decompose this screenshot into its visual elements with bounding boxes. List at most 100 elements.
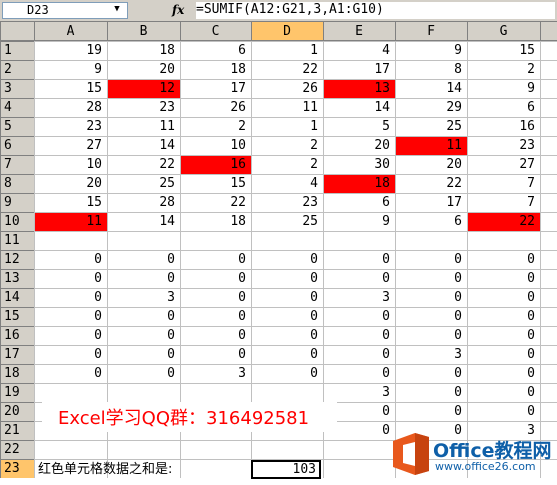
cell-f10[interactable]: 6 bbox=[395, 212, 467, 231]
cell-e2[interactable]: 17 bbox=[323, 60, 395, 79]
cell-b10[interactable]: 14 bbox=[107, 212, 180, 231]
cell-b12[interactable]: 0 bbox=[107, 250, 180, 269]
row-header-2[interactable]: 2 bbox=[0, 60, 34, 79]
cell-c8[interactable]: 15 bbox=[180, 174, 251, 193]
cell-f3[interactable]: 14 bbox=[395, 79, 467, 98]
cell-b18[interactable]: 0 bbox=[107, 364, 180, 383]
cell-c17[interactable]: 0 bbox=[180, 345, 251, 364]
cell-f1[interactable]: 9 bbox=[395, 41, 467, 60]
row-header-23[interactable]: 23 bbox=[0, 459, 34, 478]
cell-g14[interactable]: 0 bbox=[467, 288, 540, 307]
cell-e9[interactable]: 6 bbox=[323, 193, 395, 212]
cell-f13[interactable]: 0 bbox=[395, 269, 467, 288]
cell-g9[interactable]: 7 bbox=[467, 193, 540, 212]
cell-e1[interactable]: 4 bbox=[323, 41, 395, 60]
cell-a15[interactable]: 0 bbox=[34, 307, 107, 326]
cell-d2[interactable]: 22 bbox=[251, 60, 323, 79]
cell-e10[interactable]: 9 bbox=[323, 212, 395, 231]
cell-g7[interactable]: 27 bbox=[467, 155, 540, 174]
cell-d18[interactable]: 0 bbox=[251, 364, 323, 383]
cell-c13[interactable]: 0 bbox=[180, 269, 251, 288]
cell-b15[interactable]: 0 bbox=[107, 307, 180, 326]
row-header-15[interactable]: 15 bbox=[0, 307, 34, 326]
cell-d12[interactable]: 0 bbox=[251, 250, 323, 269]
cell-c5[interactable]: 2 bbox=[180, 117, 251, 136]
cell-f2[interactable]: 8 bbox=[395, 60, 467, 79]
cell-b3[interactable]: 12 bbox=[107, 79, 180, 98]
cell-d3[interactable]: 26 bbox=[251, 79, 323, 98]
cell-c14[interactable]: 0 bbox=[180, 288, 251, 307]
cell-a18[interactable]: 0 bbox=[34, 364, 107, 383]
cell-a6[interactable]: 27 bbox=[34, 136, 107, 155]
cell-c18[interactable]: 3 bbox=[180, 364, 251, 383]
cell-c10[interactable]: 18 bbox=[180, 212, 251, 231]
cell-a1[interactable]: 19 bbox=[34, 41, 107, 60]
cell-e4[interactable]: 14 bbox=[323, 98, 395, 117]
cell-f14[interactable]: 0 bbox=[395, 288, 467, 307]
row-header-13[interactable]: 13 bbox=[0, 269, 34, 288]
row-header-11[interactable]: 11 bbox=[0, 231, 34, 250]
insert-function-icon[interactable]: fx bbox=[172, 3, 184, 17]
cell-e7[interactable]: 30 bbox=[323, 155, 395, 174]
cell-g1[interactable]: 15 bbox=[467, 41, 540, 60]
cell-g13[interactable]: 0 bbox=[467, 269, 540, 288]
cell-g17[interactable]: 0 bbox=[467, 345, 540, 364]
column-header-c[interactable]: C bbox=[180, 22, 251, 41]
cell-d10[interactable]: 25 bbox=[251, 212, 323, 231]
cell-d8[interactable]: 4 bbox=[251, 174, 323, 193]
cell-a7[interactable]: 10 bbox=[34, 155, 107, 174]
column-header-a[interactable]: A bbox=[34, 22, 107, 41]
cell-b9[interactable]: 28 bbox=[107, 193, 180, 212]
cell-c6[interactable]: 10 bbox=[180, 136, 251, 155]
cell-e13[interactable]: 0 bbox=[323, 269, 395, 288]
cell-b4[interactable]: 23 bbox=[107, 98, 180, 117]
cell-g16[interactable]: 0 bbox=[467, 326, 540, 345]
cell-c1[interactable]: 6 bbox=[180, 41, 251, 60]
column-header-g[interactable]: G bbox=[467, 22, 540, 41]
cell-a8[interactable]: 20 bbox=[34, 174, 107, 193]
active-cell-d23[interactable]: 103 bbox=[251, 460, 321, 479]
cell-b5[interactable]: 11 bbox=[107, 117, 180, 136]
cell-c2[interactable]: 18 bbox=[180, 60, 251, 79]
cell-a4[interactable]: 28 bbox=[34, 98, 107, 117]
row-header-7[interactable]: 7 bbox=[0, 155, 34, 174]
cell-f17[interactable]: 3 bbox=[395, 345, 467, 364]
row-header-3[interactable]: 3 bbox=[0, 79, 34, 98]
cell-a13[interactable]: 0 bbox=[34, 269, 107, 288]
cell-b14[interactable]: 3 bbox=[107, 288, 180, 307]
cell-d14[interactable]: 0 bbox=[251, 288, 323, 307]
cell-e8[interactable]: 18 bbox=[323, 174, 395, 193]
cell-f6[interactable]: 11 bbox=[395, 136, 467, 155]
cell-d7[interactable]: 2 bbox=[251, 155, 323, 174]
cell-c12[interactable]: 0 bbox=[180, 250, 251, 269]
cell-f20[interactable]: 0 bbox=[395, 402, 467, 421]
column-header-d[interactable]: D bbox=[251, 22, 323, 41]
cell-e16[interactable]: 0 bbox=[323, 326, 395, 345]
cell-e14[interactable]: 3 bbox=[323, 288, 395, 307]
cell-c9[interactable]: 22 bbox=[180, 193, 251, 212]
row-header-9[interactable]: 9 bbox=[0, 193, 34, 212]
cell-g12[interactable]: 0 bbox=[467, 250, 540, 269]
cell-g10[interactable]: 22 bbox=[467, 212, 540, 231]
cell-f19[interactable]: 0 bbox=[395, 383, 467, 402]
column-header-f[interactable]: F bbox=[395, 22, 467, 41]
cell-d6[interactable]: 2 bbox=[251, 136, 323, 155]
cell-f18[interactable]: 0 bbox=[395, 364, 467, 383]
cell-a3[interactable]: 15 bbox=[34, 79, 107, 98]
cell-a10[interactable]: 11 bbox=[34, 212, 107, 231]
cell-c7[interactable]: 16 bbox=[180, 155, 251, 174]
sum-label-cell-a23[interactable]: 红色单元格数据之和是: bbox=[38, 461, 172, 479]
cell-g3[interactable]: 9 bbox=[467, 79, 540, 98]
cell-d1[interactable]: 1 bbox=[251, 41, 323, 60]
cell-d15[interactable]: 0 bbox=[251, 307, 323, 326]
row-header-22[interactable]: 22 bbox=[0, 440, 34, 459]
cell-f9[interactable]: 17 bbox=[395, 193, 467, 212]
row-header-4[interactable]: 4 bbox=[0, 98, 34, 117]
cell-g2[interactable]: 2 bbox=[467, 60, 540, 79]
name-box-dropdown-icon[interactable]: ▼ bbox=[109, 2, 125, 17]
formula-input[interactable]: =SUMIF(A12:G21,3,A1:G10) bbox=[196, 2, 555, 19]
cell-b7[interactable]: 22 bbox=[107, 155, 180, 174]
cell-f15[interactable]: 0 bbox=[395, 307, 467, 326]
cell-g6[interactable]: 23 bbox=[467, 136, 540, 155]
cell-a14[interactable]: 0 bbox=[34, 288, 107, 307]
